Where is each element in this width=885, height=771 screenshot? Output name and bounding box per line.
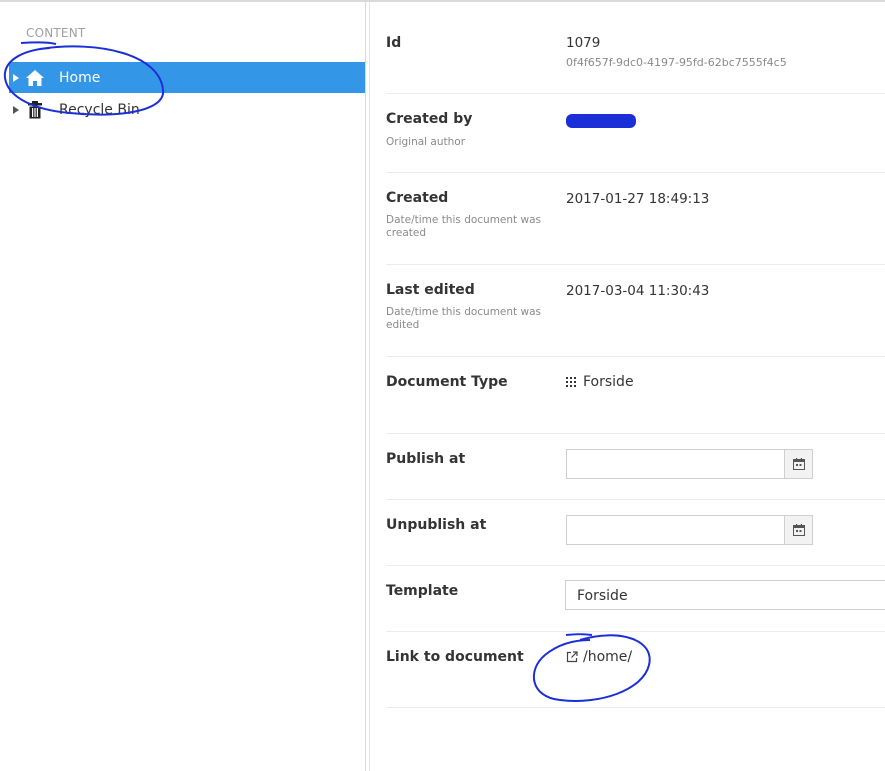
info-row-unpublish-at: Unpublish at (386, 500, 885, 566)
info-row-document-type: Document Type Forside (386, 357, 885, 434)
publish-at-field (566, 449, 813, 479)
document-link[interactable]: /home/ (566, 649, 632, 665)
tree-item-recycle-bin[interactable]: Recycle Bin (9, 94, 365, 125)
publish-at-label: Publish at (386, 451, 466, 467)
redacted-author-scribble (566, 114, 636, 128)
last-edited-value: 2017-03-04 11:30:43 (566, 283, 710, 299)
publish-at-calendar-button[interactable] (784, 450, 812, 478)
document-info-panel: Id 1079 0f4f657f-9dc0-4197-95fd-62bc7555… (370, 2, 885, 771)
last-edited-desc: Date/time this document was edited (386, 306, 541, 331)
unpublish-at-calendar-button[interactable] (784, 516, 812, 544)
created-label: Created (386, 190, 449, 206)
created-desc: Date/time this document was created (386, 214, 541, 239)
last-edited-label: Last edited (386, 282, 475, 298)
info-row-template: Template Forside (386, 566, 885, 632)
unpublish-at-label: Unpublish at (386, 517, 487, 533)
unpublish-at-input[interactable] (567, 516, 784, 544)
info-row-link-to-document: Link to document /home/ (386, 632, 885, 708)
calendar-icon (792, 524, 805, 536)
expand-arrow-icon[interactable] (9, 73, 23, 82)
doctype-grid-icon (566, 377, 578, 387)
guid-value: 0f4f657f-9dc0-4197-95fd-62bc7555f4c5 (566, 56, 787, 69)
external-link-icon (566, 651, 578, 663)
created-by-desc: Original author (386, 136, 466, 148)
info-row-created: Created Date/time this document was crea… (386, 173, 885, 265)
template-label: Template (386, 583, 459, 599)
info-row-publish-at: Publish at (386, 434, 885, 500)
trash-icon (25, 100, 45, 120)
created-by-label: Created by (386, 111, 473, 127)
unpublish-at-field (566, 515, 813, 545)
created-value: 2017-01-27 18:49:13 (566, 191, 710, 207)
id-label: Id (386, 35, 402, 51)
tree-section-heading: CONTENT (26, 26, 86, 40)
tree-item-label: Home (59, 69, 101, 86)
calendar-icon (792, 458, 805, 470)
document-type-value[interactable]: Forside (566, 374, 634, 390)
tree-item-label: Recycle Bin (59, 101, 140, 118)
publish-at-input[interactable] (567, 450, 784, 478)
link-to-document-label: Link to document (386, 649, 524, 665)
info-row-created-by: Created by Original author (386, 94, 885, 173)
document-link-url: /home/ (583, 649, 633, 665)
template-select[interactable]: Forside (565, 580, 885, 610)
info-row-id: Id 1079 0f4f657f-9dc0-4197-95fd-62bc7555… (386, 32, 885, 94)
id-value: 1079 (566, 35, 601, 51)
tree-item-home[interactable]: Home (9, 62, 365, 93)
content-tree-sidebar: CONTENT Home Recycle Bin (0, 2, 366, 771)
home-icon (25, 68, 45, 88)
info-row-last-edited: Last edited Date/time this document was … (386, 265, 885, 357)
document-type-label: Document Type (386, 374, 508, 390)
document-type-name: Forside (583, 374, 634, 390)
expand-arrow-icon[interactable] (9, 105, 23, 114)
